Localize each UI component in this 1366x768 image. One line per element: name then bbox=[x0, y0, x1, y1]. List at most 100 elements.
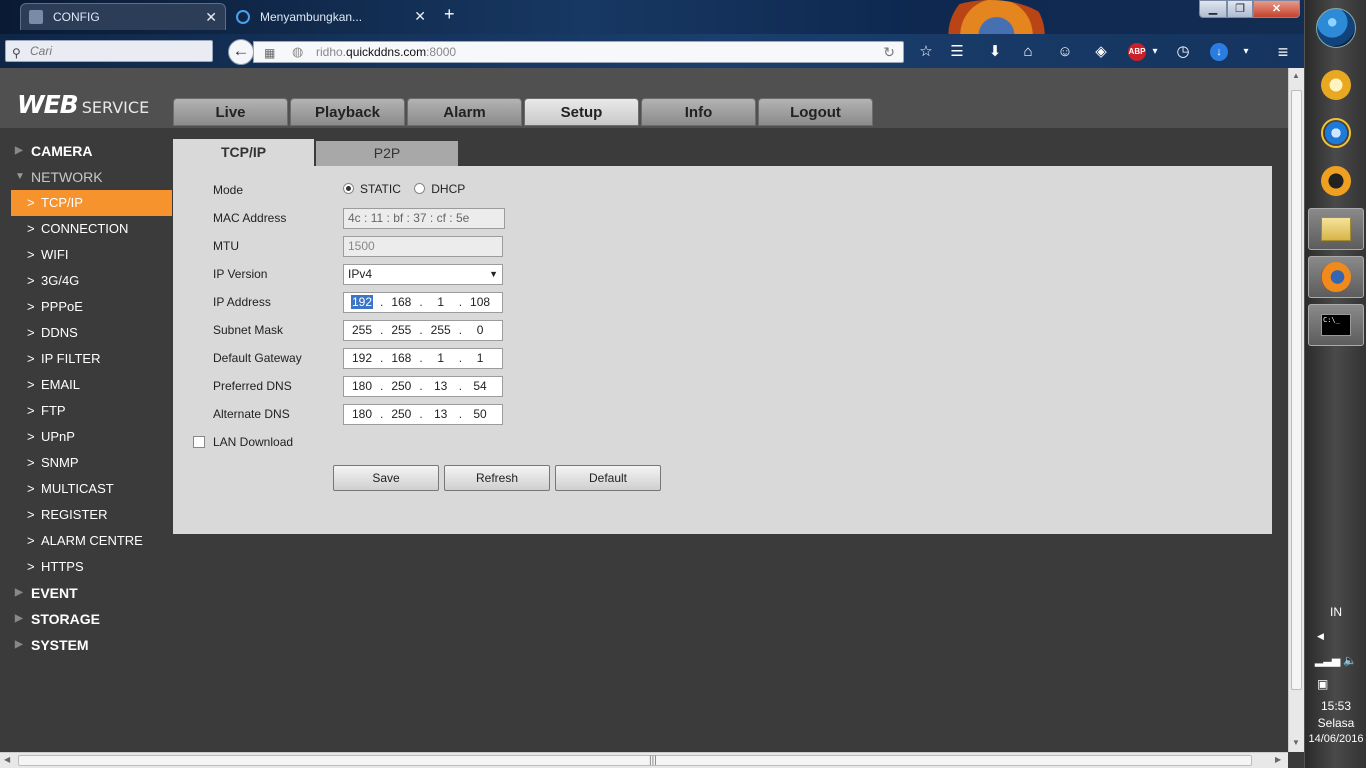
scrollbar-thumb[interactable]: ||| bbox=[18, 755, 1252, 766]
language-indicator[interactable]: IN bbox=[1305, 605, 1366, 619]
ip-octet[interactable]: 0 bbox=[462, 321, 498, 340]
tab-live[interactable]: Live bbox=[173, 98, 288, 126]
ip-octet[interactable]: 13 bbox=[423, 377, 459, 396]
smiley-icon[interactable]: ☺ bbox=[1055, 42, 1075, 62]
ip-version-select[interactable]: IPv4 ▼ bbox=[343, 264, 503, 285]
ip-octet[interactable]: 255 bbox=[383, 321, 419, 340]
tab-tcpip[interactable]: TCP/IP bbox=[173, 139, 314, 166]
taskbar-command-prompt[interactable]: C:\_ bbox=[1308, 304, 1364, 346]
sidebar-item-ip-filter[interactable]: > IP FILTER bbox=[0, 346, 172, 372]
volume-icon[interactable]: 🔈 bbox=[1343, 655, 1357, 667]
home-icon[interactable]: ⌂ bbox=[1018, 42, 1038, 62]
taskbar-app-launcher[interactable] bbox=[1308, 64, 1364, 106]
alternate-dns-field[interactable]: 180. 250. 13. 50 bbox=[343, 404, 503, 425]
ip-octet[interactable]: 1 bbox=[462, 349, 498, 368]
ip-octet[interactable]: 255 bbox=[344, 321, 380, 340]
ip-octet[interactable]: 250 bbox=[383, 377, 419, 396]
adblock-icon[interactable]: ABP bbox=[1128, 43, 1146, 61]
window-minimize-button[interactable]: ▁ bbox=[1199, 0, 1227, 18]
menu-icon[interactable]: ≡ bbox=[1273, 42, 1293, 62]
ip-octet[interactable]: 168 bbox=[383, 293, 419, 312]
sidebar-item-https[interactable]: > HTTPS bbox=[0, 554, 172, 580]
scrollbar-thumb[interactable] bbox=[1291, 90, 1302, 690]
default-gateway-field[interactable]: 192. 168. 1. 1 bbox=[343, 348, 503, 369]
url-bar[interactable]: ▦ ◍ ridho.quickddns.com:8000 ↻ bbox=[253, 41, 904, 63]
sidebar-item-ftp[interactable]: > FTP bbox=[0, 398, 172, 424]
taskbar-firefox[interactable] bbox=[1308, 256, 1364, 298]
chevron-down-icon[interactable]: ▾ bbox=[1145, 42, 1165, 62]
sidebar-group-system[interactable]: ▶ SYSTEM bbox=[0, 632, 172, 658]
clock-time[interactable]: 15:53 bbox=[1305, 699, 1366, 713]
tab-p2p[interactable]: P2P bbox=[316, 141, 458, 166]
scroll-up-icon[interactable]: ▲ bbox=[1292, 71, 1300, 80]
sidebar-item-3g4g[interactable]: >3G/4G bbox=[0, 268, 172, 294]
scroll-left-icon[interactable]: ◀ bbox=[4, 755, 10, 764]
bookmark-star-icon[interactable]: ☆ bbox=[916, 42, 936, 62]
tab-playback[interactable]: Playback bbox=[290, 98, 405, 126]
power-icon[interactable]: ▣ bbox=[1305, 677, 1366, 691]
tab-logout[interactable]: Logout bbox=[758, 98, 873, 126]
scroll-down-icon[interactable]: ▼ bbox=[1292, 738, 1300, 747]
ip-octet[interactable]: 50 bbox=[462, 405, 498, 424]
search-input[interactable]: ⚲ Cari bbox=[5, 40, 213, 62]
start-orb-icon[interactable] bbox=[1316, 8, 1356, 48]
sidebar-item-snmp[interactable]: > SNMP bbox=[0, 450, 172, 476]
sidebar-group-event[interactable]: ▶ EVENT bbox=[0, 580, 172, 606]
ip-octet[interactable]: 54 bbox=[462, 377, 498, 396]
site-info-icon[interactable]: ◍ bbox=[292, 42, 303, 62]
close-tab-icon[interactable]: ✕ bbox=[205, 9, 217, 26]
window-close-button[interactable]: ✕ bbox=[1253, 0, 1300, 18]
ip-octet[interactable]: 108 bbox=[462, 293, 498, 312]
sidebar-group-storage[interactable]: ▶ STORAGE bbox=[0, 606, 172, 632]
sidebar-item-connection[interactable]: > CONNECTION bbox=[0, 216, 172, 242]
refresh-button[interactable]: Refresh bbox=[444, 465, 550, 491]
sidebar-group-camera[interactable]: ▶ CAMERA bbox=[0, 138, 172, 164]
sidebar-item-alarm-centre[interactable]: > ALARM CENTRE bbox=[0, 528, 172, 554]
chevron-down-icon[interactable]: ▾ bbox=[1236, 42, 1256, 62]
speed-dial-icon[interactable]: ◷ bbox=[1173, 42, 1193, 62]
reload-icon[interactable]: ↻ bbox=[883, 42, 895, 62]
sidebar-item-upnp[interactable]: > UPnP bbox=[0, 424, 172, 450]
signal-icon[interactable]: ▂▃▅ bbox=[1315, 655, 1340, 667]
new-tab-icon[interactable]: + bbox=[444, 4, 455, 25]
tab-info[interactable]: Info bbox=[641, 98, 756, 126]
network-volume-icons[interactable]: ▂▃▅ 🔈 bbox=[1305, 654, 1366, 667]
ip-octet[interactable]: 255 bbox=[423, 321, 459, 340]
preferred-dns-field[interactable]: 180. 250. 13. 54 bbox=[343, 376, 503, 397]
ip-octet[interactable]: 192 bbox=[350, 295, 374, 309]
sidebar-item-pppoe[interactable]: > PPPoE bbox=[0, 294, 172, 320]
ip-octet[interactable]: 168 bbox=[383, 349, 419, 368]
save-button[interactable]: Save bbox=[333, 465, 439, 491]
lan-download-checkbox[interactable] bbox=[193, 436, 205, 448]
vertical-scrollbar[interactable]: ▲ ▼ bbox=[1288, 68, 1304, 752]
ip-octet[interactable]: 1 bbox=[423, 349, 459, 368]
ip-octet[interactable]: 13 bbox=[423, 405, 459, 424]
horizontal-scrollbar[interactable]: ◀ ||| ▶ bbox=[0, 752, 1288, 768]
download-arrow-icon[interactable]: ⬇ bbox=[985, 42, 1005, 62]
ip-address-field[interactable]: 192. 168. 1. 108 bbox=[343, 292, 503, 313]
browser-tab-loading[interactable]: Menyambungkan... ✕ bbox=[228, 3, 434, 30]
back-button[interactable]: ← bbox=[228, 39, 254, 65]
ip-octet[interactable]: 180 bbox=[344, 377, 380, 396]
taskbar-media-player[interactable] bbox=[1308, 160, 1364, 202]
downloads-icon[interactable]: ↓ bbox=[1210, 43, 1228, 61]
sidebar-item-multicast[interactable]: > MULTICAST bbox=[0, 476, 172, 502]
sidebar-item-register[interactable]: > REGISTER bbox=[0, 502, 172, 528]
sidebar-item-wifi[interactable]: > WIFI bbox=[0, 242, 172, 268]
browser-tab-config[interactable]: CONFIG ✕ bbox=[20, 3, 226, 30]
sidebar-group-network[interactable]: ▼ NETWORK bbox=[0, 164, 172, 190]
ip-octet[interactable]: 1 bbox=[423, 293, 459, 312]
mode-dhcp-radio[interactable]: DHCP bbox=[414, 182, 465, 196]
window-maximize-button[interactable]: ❐ bbox=[1227, 0, 1253, 18]
close-tab-icon[interactable]: ✕ bbox=[414, 8, 426, 25]
mode-static-radio[interactable]: STATIC bbox=[343, 182, 401, 196]
reader-icon[interactable]: ▦ bbox=[264, 43, 275, 63]
sidebar-item-ddns[interactable]: > DDNS bbox=[0, 320, 172, 346]
tab-setup[interactable]: Setup bbox=[524, 98, 639, 126]
taskbar-file-explorer[interactable] bbox=[1308, 208, 1364, 250]
subnet-mask-field[interactable]: 255. 255. 255. 0 bbox=[343, 320, 503, 341]
scroll-right-icon[interactable]: ▶ bbox=[1275, 755, 1281, 764]
sidebar-item-email[interactable]: > EMAIL bbox=[0, 372, 172, 398]
default-button[interactable]: Default bbox=[555, 465, 661, 491]
tray-expand-icon[interactable]: ◀ bbox=[1305, 631, 1366, 642]
